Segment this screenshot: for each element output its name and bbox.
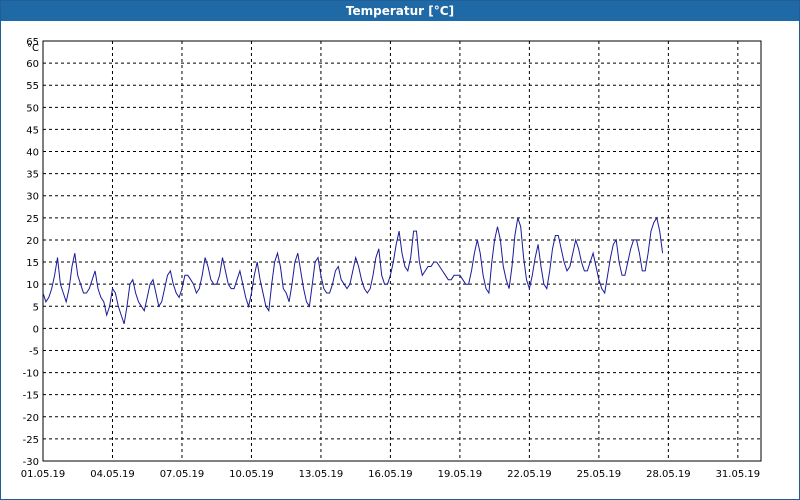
x-tick-label: 22.05.19 <box>507 469 552 480</box>
y-tick-label: -30 <box>23 457 39 468</box>
x-tick-label: 10.05.19 <box>229 469 274 480</box>
x-tick-label: 01.05.19 <box>21 469 66 480</box>
y-tick-label: 0 <box>33 324 39 335</box>
y-tick-label: 50 <box>26 103 39 114</box>
y-tick-label: -10 <box>23 369 39 380</box>
x-tick-label: 16.05.19 <box>368 469 413 480</box>
chart-window: Temperatur [°C] -30 -25 -20 -15 -10 -5 0 5 10 15 2… <box>0 0 800 500</box>
y-tick-label: -5 <box>29 346 39 357</box>
y-tick-label: 10 <box>26 280 39 291</box>
y-tick-label: 35 <box>26 170 39 181</box>
x-tick-label: 07.05.19 <box>160 469 205 480</box>
x-tick-label: 28.05.19 <box>646 469 691 480</box>
y-tick-label: -25 <box>23 435 39 446</box>
y-tick-label: 20 <box>26 236 39 247</box>
x-tick-label: 04.05.19 <box>90 469 135 480</box>
y-tick-label: 15 <box>26 258 39 269</box>
y-tick-label: 30 <box>26 192 39 203</box>
x-tick-label: 19.05.19 <box>438 469 483 480</box>
y-tick-label: -15 <box>23 391 39 402</box>
x-tick-label: 25.05.19 <box>577 469 622 480</box>
y-tick-label: 60 <box>26 59 39 70</box>
temperature-chart: -30 -25 -20 -15 -10 -5 0 5 10 15 20 25 30 35 40 45 50 55 6… <box>21 37 762 480</box>
x-tick-label: 31.05.19 <box>716 469 761 480</box>
y-tick-label: 45 <box>26 125 39 136</box>
y-tick-label: 55 <box>26 81 39 92</box>
y-tick-label: 5 <box>33 302 39 313</box>
y-axis-unit-label: °C <box>27 43 39 54</box>
y-tick-label: 25 <box>26 214 39 225</box>
y-tick-label: -20 <box>23 413 39 424</box>
y-tick-label: 40 <box>26 148 39 159</box>
x-tick-label: 13.05.19 <box>299 469 344 480</box>
